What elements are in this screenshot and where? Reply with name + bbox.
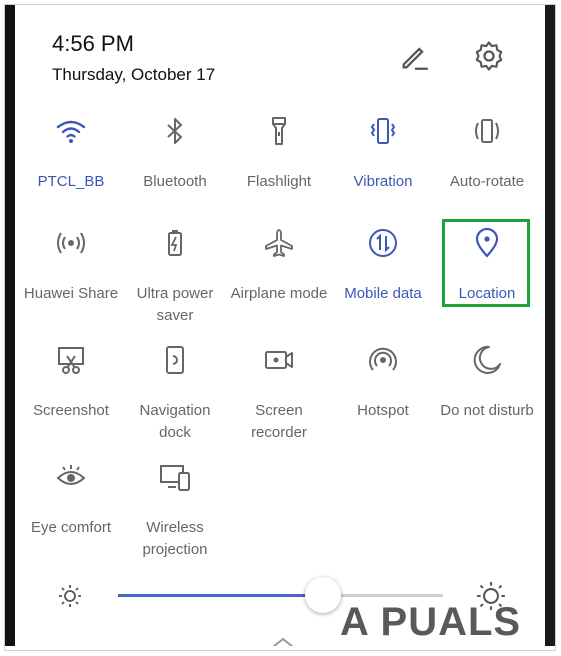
tile-label: Hotspot [357, 402, 409, 419]
tile-label: Auto-rotate [449, 173, 525, 190]
clock-time: 4:56 PM [52, 31, 134, 56]
tile-label: Bluetooth [143, 173, 207, 190]
tile-label: PTCL_BB [37, 173, 105, 190]
tile-label: Vibration [353, 173, 413, 190]
screenshot-icon [55, 344, 87, 376]
wifi-icon [55, 115, 87, 147]
tile-bluetooth[interactable]: Bluetooth [123, 115, 227, 225]
brightness-slider-filled[interactable] [118, 594, 323, 597]
tile-screen-recorder[interactable]: Screen recorder [227, 344, 331, 454]
clock-date: Thursday, October 17 [52, 65, 216, 84]
navigation-dock-icon [159, 344, 191, 376]
tile-hotspot[interactable]: Hotspot [331, 344, 435, 454]
tile-label: Mobile data [344, 285, 422, 302]
tile-screenshot[interactable]: Screenshot [19, 344, 123, 454]
tile-mobile-data[interactable]: Mobile data [331, 227, 435, 337]
tile-label: Wireless projection [142, 519, 208, 558]
projection-icon [159, 461, 191, 493]
bluetooth-icon [159, 115, 191, 147]
mobile-data-icon [367, 227, 399, 259]
tile-auto-rotate[interactable]: Auto-rotate [435, 115, 539, 225]
tile-label: Eye comfort [30, 519, 112, 536]
tile-eye-comfort[interactable]: Eye comfort [19, 461, 123, 571]
screen-recorder-icon [263, 344, 295, 376]
background-edge-left [5, 5, 15, 646]
location-highlight-box [442, 219, 530, 307]
gear-icon[interactable] [472, 39, 506, 73]
airplane-icon [263, 227, 295, 259]
share-icon [55, 227, 87, 259]
flashlight-icon [263, 115, 295, 147]
moon-icon [471, 344, 503, 376]
watermark-text: A PUALS [340, 600, 522, 644]
tile-airplane-mode[interactable]: Airplane mode [227, 227, 331, 337]
tile-do-not-disturb[interactable]: Do not disturb [435, 344, 539, 454]
pencil-icon[interactable] [398, 39, 432, 73]
tile-label: Ultra power saver [136, 285, 214, 324]
chevron-up-icon[interactable] [270, 635, 296, 646]
auto-rotate-icon [471, 115, 503, 147]
brightness-slider-thumb[interactable] [305, 577, 341, 613]
vibration-icon [367, 115, 399, 147]
tile-label: Screenshot [33, 402, 109, 419]
tile-label: Screen recorder [251, 402, 307, 441]
tile-vibration[interactable]: Vibration [331, 115, 435, 225]
battery-saver-icon [159, 227, 191, 259]
background-edge-right [545, 5, 555, 646]
quick-settings-panel: 4:56 PM Thursday, October 17 PTCL_BB Blu… [15, 5, 545, 646]
tile-wifi[interactable]: PTCL_BB [19, 115, 123, 225]
tile-ultra-power-saver[interactable]: Ultra power saver [123, 227, 227, 337]
hotspot-icon [367, 344, 399, 376]
tile-label: Huawei Share [23, 285, 119, 302]
tile-label: Airplane mode [230, 285, 328, 302]
tile-wireless-projection[interactable]: Wireless projection [123, 461, 227, 571]
tile-label: Navigation dock [139, 402, 211, 441]
tile-flashlight[interactable]: Flashlight [227, 115, 331, 225]
tile-huawei-share[interactable]: Huawei Share [19, 227, 123, 337]
brightness-low-icon [57, 583, 83, 609]
tile-navigation-dock[interactable]: Navigation dock [123, 344, 227, 454]
brightness-slider-track[interactable] [323, 594, 443, 597]
tile-label: Flashlight [246, 173, 312, 190]
eye-icon [55, 461, 87, 493]
tile-label: Do not disturb [440, 402, 534, 419]
